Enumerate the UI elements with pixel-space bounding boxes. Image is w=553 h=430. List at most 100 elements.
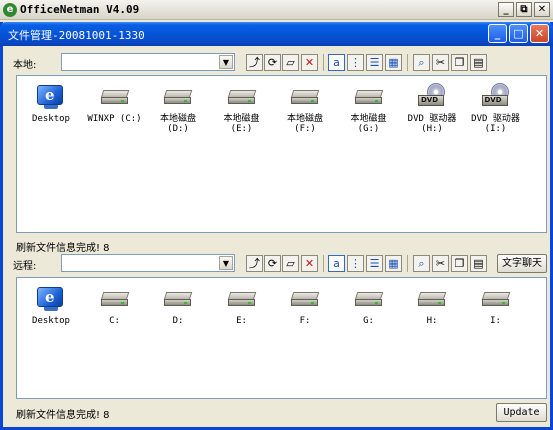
remote-file-item[interactable]: I: [465,285,527,326]
remote-file-pane[interactable]: Desktop C: D: E: F: G: H: I: [16,277,547,399]
drive-icon [354,285,384,313]
list-view-icon[interactable]: ☰ [366,255,383,272]
file-item-label: H: [426,316,438,326]
file-item-label: C: [109,316,120,326]
remote-file-item[interactable]: E: [211,285,273,326]
refresh-icon[interactable]: ⟳ [264,54,281,71]
file-item-label: F: [299,316,311,326]
app-restore-button[interactable]: ⧉ [516,2,532,17]
small-icons-view-icon[interactable]: ⋮ [347,255,364,272]
file-item-label: G: [363,316,374,326]
chevron-down-icon[interactable]: ▼ [219,55,233,69]
local-file-pane[interactable]: Desktop WINXP (C:) 本地磁盘 (D:) 本地磁盘 (E:) 本地磁盘 … [16,75,547,233]
local-file-item[interactable]: 本地磁盘 (E:) [211,83,273,134]
desktop-icon [36,83,66,111]
local-file-item[interactable]: Desktop [20,83,82,124]
text-chat-button[interactable]: 文字聊天 [497,254,547,273]
drive-icon [354,83,384,111]
new-folder-icon[interactable]: ▱ [282,54,299,71]
toolbar-separator [323,54,324,71]
file-item-label: I: [490,316,501,326]
file-item-label: Desktop [32,114,70,124]
find-icon[interactable]: ⌕ [413,255,430,272]
small-icons-view-icon[interactable]: ⋮ [347,54,364,71]
local-file-item[interactable]: 本地磁盘 (D:) [147,83,209,134]
app-minimize-button[interactable]: _ [498,2,514,17]
app-title: OfficeNetman V4.09 [20,3,140,16]
drive-icon [227,285,257,313]
local-label: 本地: [13,60,37,71]
local-file-item[interactable]: DVD 驱动器 (I:) [465,83,527,134]
toolbar-separator [407,255,408,272]
details-view-icon[interactable]: ▦ [385,54,402,71]
local-toolbar: 本地: ▼ ⤴ ⟳ ▱ ✕ a ⋮ ☰ ▦ ⌕ ✂ ❐ ▤ [3,50,550,74]
delete-icon[interactable]: ✕ [301,255,318,272]
copy-icon[interactable]: ❐ [451,255,468,272]
list-view-icon[interactable]: ☰ [366,54,383,71]
drive-icon [100,285,130,313]
file-manager-titlebar[interactable]: 文件管理-20081001-1330 _ □ ✕ [0,22,553,46]
find-icon[interactable]: ⌕ [413,54,430,71]
local-file-item[interactable]: DVD 驱动器 (H:) [401,83,463,134]
drive-icon [481,285,511,313]
file-manager-title: 文件管理-20081001-1330 [8,29,145,42]
local-file-item[interactable]: 本地磁盘 (F:) [274,83,336,134]
app-close-button[interactable]: ✕ [534,2,550,17]
file-item-label: 本地磁盘 (F:) [286,114,323,134]
paste-icon[interactable]: ▤ [470,255,487,272]
large-icons-view-icon[interactable]: a [328,255,345,272]
toolbar-separator [407,54,408,71]
file-item-label: DVD 驱动器 (I:) [471,114,520,134]
file-item-label: D: [172,316,184,326]
dvd-drive-icon [481,83,511,111]
file-item-label: 本地磁盘 (G:) [350,114,387,134]
toolbar-separator [323,255,324,272]
refresh-icon[interactable]: ⟳ [264,255,281,272]
cut-icon[interactable]: ✂ [432,255,449,272]
up-folder-icon[interactable]: ⤴ [246,255,263,272]
drive-icon [163,83,193,111]
remote-file-item[interactable]: F: [274,285,336,326]
local-file-item[interactable]: WINXP (C:) [84,83,146,124]
desktop-icon [36,285,66,313]
remote-label: 远程: [13,261,37,272]
local-file-item[interactable]: 本地磁盘 (G:) [338,83,400,134]
remote-file-item[interactable]: C: [84,285,146,326]
remote-toolbar: 远程: ▼ ⤴ ⟳ ▱ ✕ a ⋮ ☰ ▦ ⌕ ✂ ❐ ▤ 文字聊天 [3,251,550,275]
file-item-label: DVD 驱动器 (H:) [407,114,457,134]
drive-icon [100,83,130,111]
app-icon: e [3,3,17,17]
local-path-combobox[interactable]: ▼ [61,53,235,71]
remote-file-item[interactable]: Desktop [20,285,82,326]
new-folder-icon[interactable]: ▱ [282,255,299,272]
up-folder-icon[interactable]: ⤴ [246,54,263,71]
large-icons-view-icon[interactable]: a [328,54,345,71]
file-item-label: 本地磁盘 (E:) [223,114,260,134]
file-item-label: WINXP (C:) [87,114,142,124]
drive-icon [290,83,320,111]
file-item-label: E: [236,316,247,326]
file-item-label: 本地磁盘 (D:) [159,114,196,134]
delete-icon[interactable]: ✕ [301,54,318,71]
window-close-button[interactable]: ✕ [530,24,549,43]
drive-icon [417,285,447,313]
remote-path-combobox[interactable]: ▼ [61,254,235,272]
app-titlebar[interactable]: e OfficeNetman V4.09 _ ⧉ ✕ [0,0,553,20]
remote-file-item[interactable]: G: [338,285,400,326]
drive-icon [227,83,257,111]
remote-file-item[interactable]: H: [401,285,463,326]
cut-icon[interactable]: ✂ [432,54,449,71]
remote-status-text: 刷新文件信息完成! 8 [16,410,110,421]
paste-icon[interactable]: ▤ [470,54,487,71]
dvd-drive-icon [417,83,447,111]
update-button[interactable]: Update [496,403,547,422]
window-maximize-button[interactable]: □ [509,24,528,43]
file-manager-window: 文件管理-20081001-1330 _ □ ✕ 本地: ▼ ⤴ ⟳ ▱ ✕ a… [0,22,553,430]
chevron-down-icon[interactable]: ▼ [219,256,233,270]
drive-icon [163,285,193,313]
copy-icon[interactable]: ❐ [451,54,468,71]
window-minimize-button[interactable]: _ [488,24,507,43]
remote-file-item[interactable]: D: [147,285,209,326]
details-view-icon[interactable]: ▦ [385,255,402,272]
drive-icon [290,285,320,313]
